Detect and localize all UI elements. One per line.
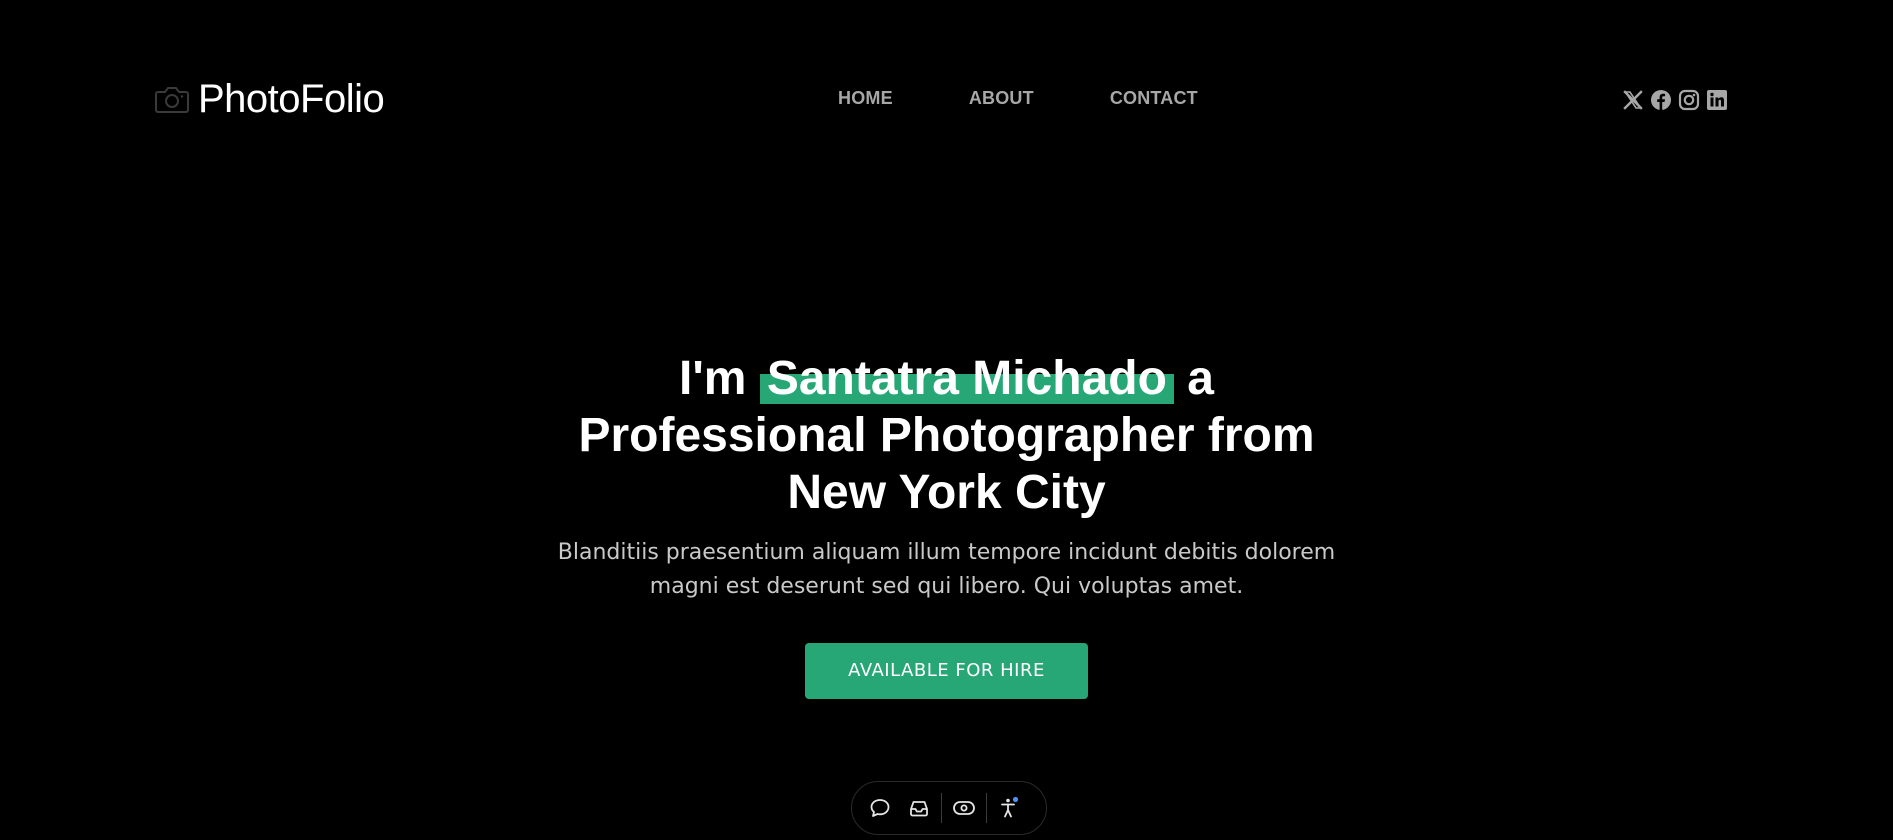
nav-about[interactable]: ABOUT [969,86,1034,110]
accessibility-icon[interactable] [995,794,1023,822]
floating-toolbar [851,781,1047,835]
main-nav: HOME ABOUT CONTACT [838,86,1198,110]
toolbar-divider [986,793,987,823]
brand-name: PhotoFolio [198,77,385,121]
logo-link[interactable]: PhotoFolio [154,76,385,122]
facebook-icon[interactable] [1650,89,1672,111]
inbox-icon[interactable] [905,794,933,822]
camera-icon [154,84,190,114]
toolbar-divider [941,793,942,823]
site-header: PhotoFolio HOME ABOUT CONTACT [0,0,1893,200]
eye-icon[interactable] [950,794,978,822]
page: PhotoFolio HOME ABOUT CONTACT I'm Santat… [0,0,1893,840]
instagram-icon[interactable] [1678,89,1700,111]
nav-contact[interactable]: CONTACT [1110,86,1198,110]
x-icon[interactable] [1622,89,1644,111]
chat-icon[interactable] [866,794,894,822]
hero-section: I'm Santatra Michado a Professional Phot… [0,350,1893,699]
nav-home[interactable]: HOME [838,86,893,110]
social-links [1622,89,1728,111]
hero-title-prefix: I'm [679,352,747,405]
hero-title-name: Santatra Michado [759,350,1174,407]
available-for-hire-button[interactable]: AVAILABLE FOR HIRE [805,643,1088,699]
hero-subtitle: Blanditiis praesentium aliquam illum tem… [557,540,1336,599]
hero-title: I'm Santatra Michado a Professional Phot… [547,350,1347,521]
linkedin-icon[interactable] [1706,89,1728,111]
